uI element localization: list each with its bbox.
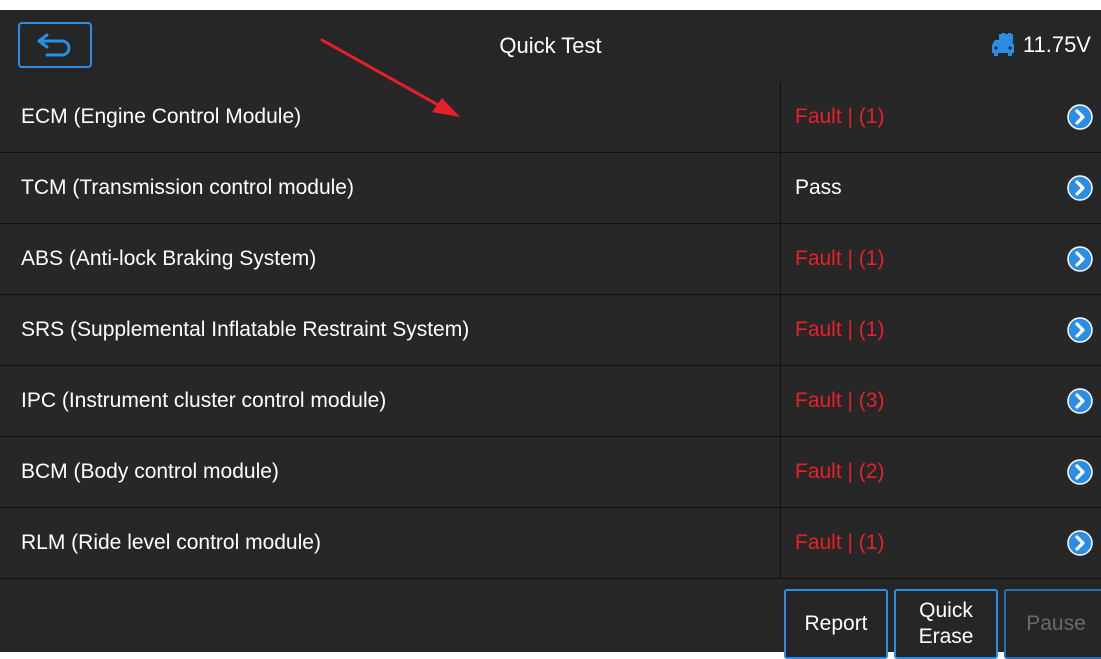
quick-erase-button[interactable]: Quick Erase xyxy=(894,589,998,659)
voltage-value: 11.75V xyxy=(1022,32,1091,57)
module-name: TCM (Transmission control module) xyxy=(21,176,354,199)
column-divider xyxy=(780,82,781,152)
module-status: Fault | (1) xyxy=(795,105,885,128)
voltage-readout: 11.75V xyxy=(989,32,1091,58)
quick-erase-label-line2: Erase xyxy=(918,625,974,648)
chevron-right-icon[interactable] xyxy=(1067,459,1093,485)
vehicle-battery-icon xyxy=(991,33,1014,56)
chevron-right-icon[interactable] xyxy=(1067,317,1093,343)
module-row[interactable]: TCM (Transmission control module) Pass xyxy=(0,153,1101,224)
module-name: IPC (Instrument cluster control module) xyxy=(21,389,387,412)
column-divider xyxy=(780,295,781,365)
chevron-right-icon[interactable] xyxy=(1067,388,1093,414)
module-name: RLM (Ride level control module) xyxy=(21,531,321,554)
column-divider xyxy=(780,508,781,578)
module-status: Fault | (1) xyxy=(795,318,885,341)
module-row[interactable]: ECM (Engine Control Module) Fault | (1) xyxy=(0,82,1101,153)
chevron-right-icon[interactable] xyxy=(1067,104,1093,130)
quick-erase-button-label: Quick Erase xyxy=(919,598,974,650)
column-divider xyxy=(780,224,781,294)
chevron-right-icon[interactable] xyxy=(1067,530,1093,556)
report-button[interactable]: Report xyxy=(784,589,888,659)
column-divider xyxy=(780,366,781,436)
module-status: Fault | (3) xyxy=(795,389,885,412)
module-row[interactable]: RLM (Ride level control module) Fault | … xyxy=(0,508,1101,579)
chevron-right-icon[interactable] xyxy=(1067,246,1093,272)
module-row[interactable]: SRS (Supplemental Inflatable Restraint S… xyxy=(0,295,1101,366)
module-name: BCM (Body control module) xyxy=(21,460,279,483)
module-status: Fault | (1) xyxy=(795,531,885,554)
report-button-label: Report xyxy=(804,612,868,635)
module-name: ABS (Anti-lock Braking System) xyxy=(21,247,317,270)
module-status: Fault | (1) xyxy=(795,247,885,270)
module-name: ECM (Engine Control Module) xyxy=(21,105,302,128)
module-status: Pass xyxy=(795,176,842,199)
pause-button-label: Pause xyxy=(1026,612,1086,635)
column-divider xyxy=(780,153,781,223)
module-row[interactable]: IPC (Instrument cluster control module) … xyxy=(0,366,1101,437)
page-title: Quick Test xyxy=(499,33,602,58)
quick-test-screen: Quick Test 11.75V ECM (Engine Control Mo… xyxy=(0,10,1101,659)
module-row[interactable]: ABS (Anti-lock Braking System) Fault | (… xyxy=(0,224,1101,295)
module-row[interactable]: BCM (Body control module) Fault | (2) xyxy=(0,437,1101,508)
module-list: ECM (Engine Control Module) Fault | (1) … xyxy=(0,82,1101,579)
column-divider xyxy=(780,437,781,507)
module-name: SRS (Supplemental Inflatable Restraint S… xyxy=(21,318,470,341)
quick-erase-label-line1: Quick xyxy=(919,599,973,622)
pause-button[interactable]: Pause xyxy=(1004,589,1101,659)
chevron-right-icon[interactable] xyxy=(1067,175,1093,201)
module-status: Fault | (2) xyxy=(795,460,885,483)
header-bar: Quick Test 11.75V xyxy=(0,10,1101,83)
footer-bar: Report Quick Erase Pause xyxy=(0,579,1101,659)
